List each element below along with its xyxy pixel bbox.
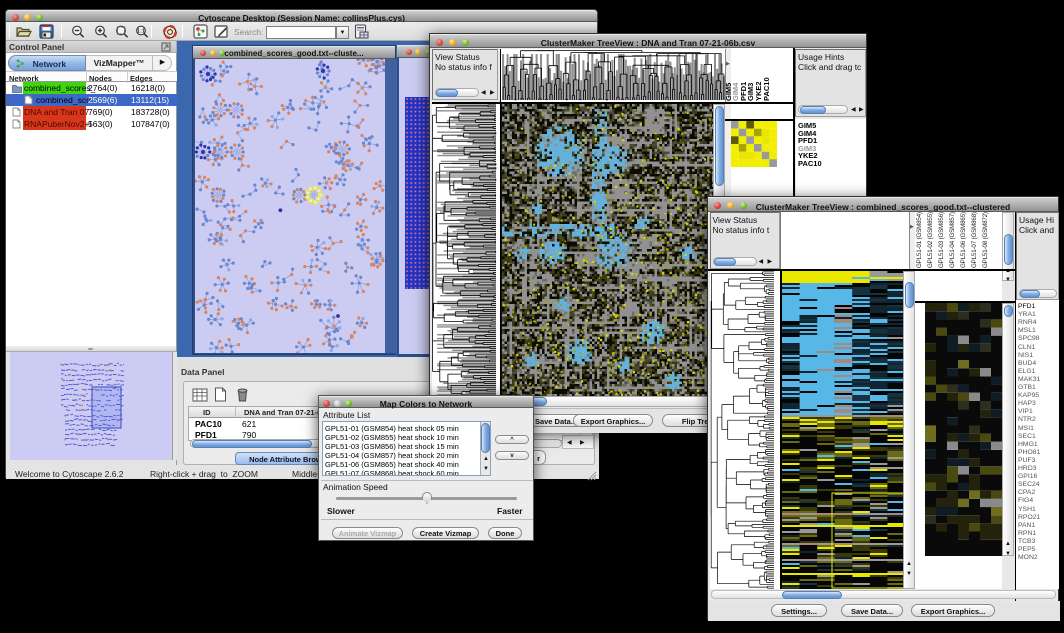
- svg-text:1:1: 1:1: [137, 29, 145, 35]
